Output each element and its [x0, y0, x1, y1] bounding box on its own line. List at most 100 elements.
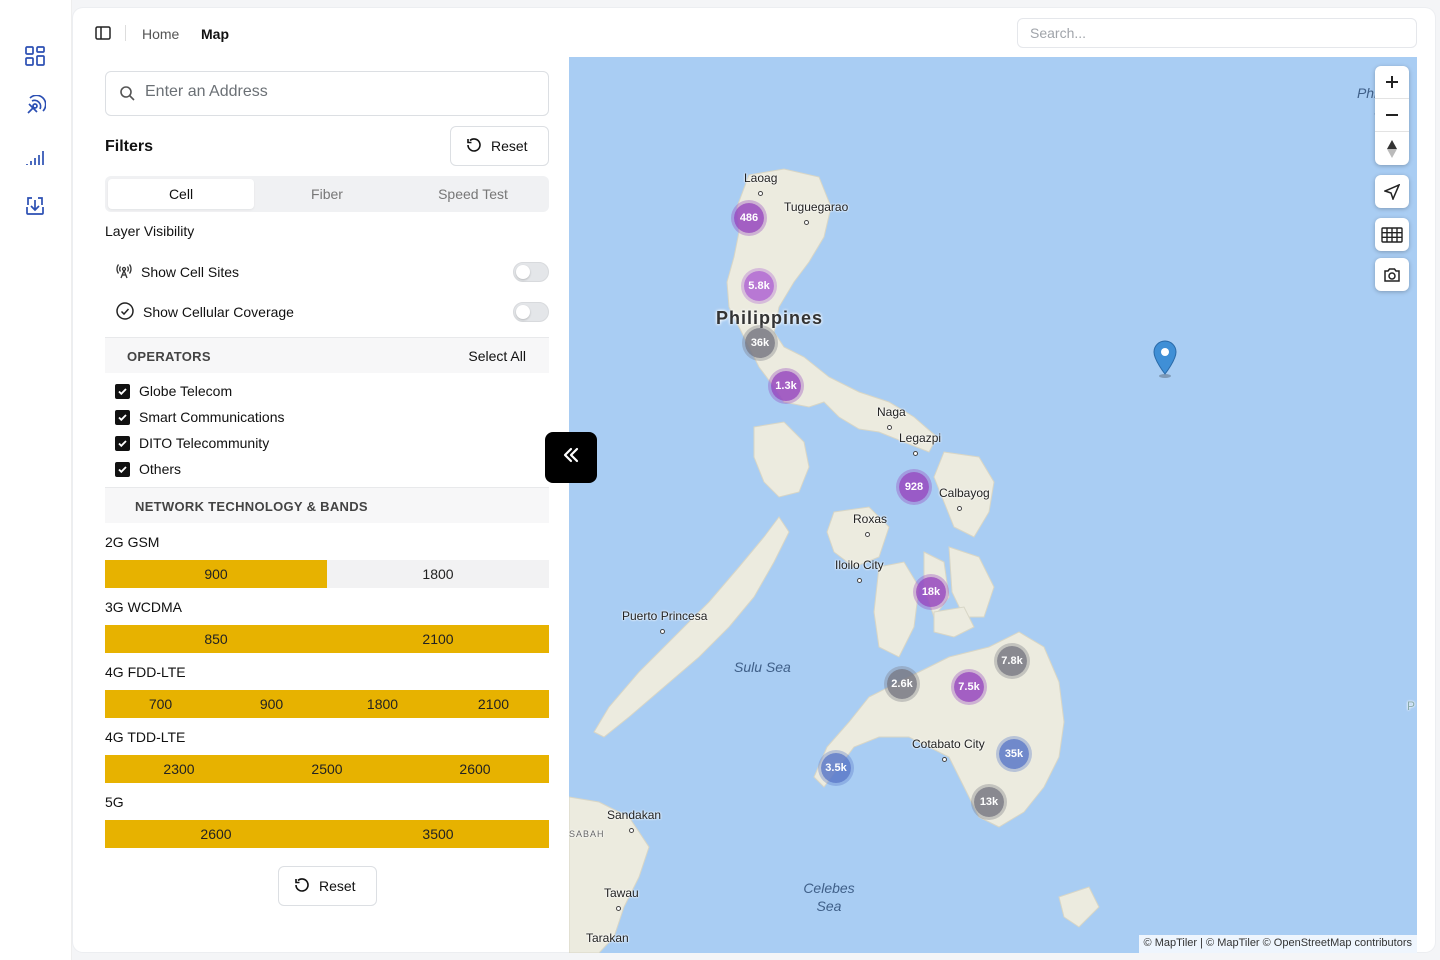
band-bar-4g-tdd: 2300 2500 2600 [105, 755, 549, 783]
double-chevron-left-icon [560, 444, 582, 471]
band-button[interactable]: 2100 [327, 625, 549, 653]
divider [125, 25, 126, 41]
map-attribution[interactable]: © MapTiler | © MapTiler © OpenStreetMap … [1138, 935, 1417, 953]
checkbox-smart[interactable] [115, 409, 130, 425]
operators-title: OPERATORS [127, 349, 211, 364]
cluster-marker[interactable]: 7.8k [997, 646, 1027, 676]
tab-cell[interactable]: Cell [108, 179, 254, 209]
place-label: Cotabato City [912, 737, 985, 765]
band-button[interactable]: 900 [105, 560, 327, 588]
place-label: Roxas [853, 512, 887, 540]
band-button[interactable]: 700 [105, 690, 216, 718]
place-label: Sandakan [607, 808, 661, 836]
camera-icon[interactable] [1375, 258, 1409, 291]
map-view[interactable]: Laoag Tuguegarao Naga Legazpi Calbayog R… [569, 57, 1417, 953]
band-button[interactable]: 850 [105, 625, 327, 653]
address-field[interactable] [105, 71, 549, 116]
top-bar: Home Map [73, 8, 1435, 56]
collapse-panel-button[interactable] [545, 432, 597, 483]
place-label: Calbayog [939, 486, 990, 514]
tab-speed-test[interactable]: Speed Test [400, 179, 546, 209]
icon-rail [0, 0, 72, 960]
place-label: Legazpi [899, 431, 941, 459]
show-cell-sites-toggle[interactable] [513, 262, 549, 282]
cluster-marker[interactable]: 36k [745, 328, 775, 358]
sea-label: Celebes Sea [803, 880, 855, 914]
dashboard-icon[interactable] [23, 44, 47, 68]
operator-item: DITO Telecommunity [115, 434, 269, 452]
place-label: Tarakan [586, 931, 629, 945]
place-label: Laoag [744, 171, 777, 199]
checkbox-dito[interactable] [115, 435, 130, 451]
tech-label: 5G [105, 794, 124, 810]
operators-header: OPERATORS Select All [105, 337, 549, 373]
operator-item: Others [115, 460, 181, 478]
checkbox-others[interactable] [115, 461, 130, 477]
antenna-icon [115, 262, 133, 283]
band-button[interactable]: 2300 [105, 755, 253, 783]
band-button[interactable]: 2600 [401, 755, 549, 783]
reset-icon [293, 876, 311, 897]
signal-bars-icon[interactable] [23, 145, 47, 169]
screenshot-control [1375, 258, 1409, 291]
show-coverage-toggle[interactable] [513, 302, 549, 322]
country-label: Philippines [716, 308, 824, 328]
breadcrumb-home[interactable]: Home [142, 26, 179, 42]
address-input[interactable] [145, 83, 535, 101]
cluster-marker[interactable]: 2.6k [887, 669, 917, 699]
band-bar-5g: 2600 3500 [105, 820, 549, 848]
zoom-in-icon[interactable] [1375, 66, 1409, 99]
select-all-link[interactable]: Select All [468, 348, 526, 364]
zoom-controls [1375, 66, 1409, 165]
operator-item: Smart Communications [115, 408, 285, 426]
tech-label: 4G TDD-LTE [105, 729, 186, 745]
cluster-marker[interactable]: 1.3k [771, 371, 801, 401]
filter-tabs: Cell Fiber Speed Test [105, 176, 549, 212]
band-button[interactable]: 1800 [327, 690, 438, 718]
grid-control [1375, 218, 1409, 251]
show-coverage-row: Show Cellular Coverage [115, 301, 549, 323]
bottom-reset-button[interactable]: Reset [278, 866, 377, 906]
cluster-marker[interactable]: 35k [999, 739, 1029, 769]
compass-icon[interactable] [1375, 132, 1409, 165]
band-button[interactable]: 2600 [105, 820, 327, 848]
search-icon [119, 85, 136, 107]
network-title: NETWORK TECHNOLOGY & BANDS [135, 499, 368, 514]
locate-icon[interactable] [1375, 175, 1409, 208]
signal-tower-icon[interactable] [23, 94, 47, 118]
map-pin-icon[interactable] [1151, 339, 1179, 384]
cluster-marker[interactable]: 18k [916, 577, 946, 607]
band-button[interactable]: 900 [216, 690, 327, 718]
checkbox-globe[interactable] [115, 383, 130, 399]
cluster-marker[interactable]: 7.5k [954, 672, 984, 702]
download-icon[interactable] [23, 194, 47, 218]
grid-icon[interactable] [1375, 218, 1409, 251]
band-bar-3g: 850 2100 [105, 625, 549, 653]
zoom-out-icon[interactable] [1375, 99, 1409, 132]
region-label: P [1407, 699, 1416, 713]
show-coverage-label: Show Cellular Coverage [143, 304, 294, 320]
band-button[interactable]: 2500 [253, 755, 401, 783]
cluster-marker[interactable]: 5.8k [744, 271, 774, 301]
map-land [569, 168, 1100, 953]
sidebar-toggle-icon[interactable] [93, 23, 113, 43]
band-button[interactable]: 2100 [438, 690, 549, 718]
place-label: Iloilo City [835, 558, 884, 586]
cluster-marker[interactable]: 928 [899, 472, 929, 502]
cluster-marker[interactable]: 3.5k [821, 753, 851, 783]
reset-button[interactable]: Reset [450, 126, 549, 166]
tab-fiber[interactable]: Fiber [254, 179, 400, 209]
band-button[interactable]: 3500 [327, 820, 549, 848]
filter-panel: Filters Reset Cell Fiber Speed Test Laye… [85, 56, 569, 952]
cluster-marker[interactable]: 13k [974, 787, 1004, 817]
operator-label: DITO Telecommunity [139, 435, 270, 451]
search-input[interactable] [1017, 18, 1417, 48]
cluster-marker[interactable]: 486 [734, 203, 764, 233]
place-label: Puerto Princesa [622, 609, 707, 637]
reset-icon [465, 136, 483, 157]
tech-label: 4G FDD-LTE [105, 664, 186, 680]
band-button[interactable]: 1800 [327, 560, 549, 588]
operator-label: Globe Telecom [139, 383, 233, 399]
place-label: Naga [877, 405, 906, 433]
filters-title: Filters [105, 138, 154, 155]
